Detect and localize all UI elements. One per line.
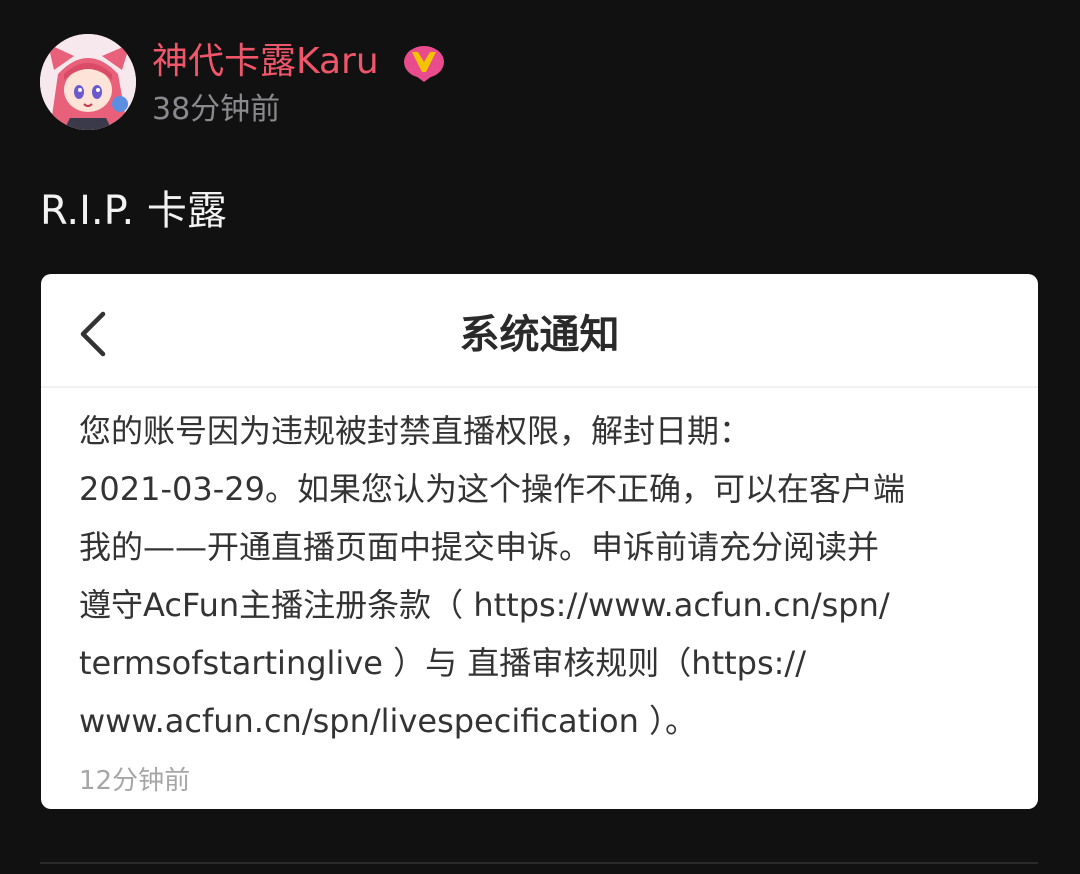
notice-body: 您的账号因为违规被封禁直播权限，解封日期： 2021-03-29。如果您认为这个… xyxy=(79,402,1009,750)
divider xyxy=(40,862,1038,864)
vip-badge-icon xyxy=(402,44,446,84)
notice-time: 12分钟前 xyxy=(79,766,191,796)
avatar[interactable] xyxy=(40,34,136,130)
notice-header: 系统通知 xyxy=(41,274,1038,388)
post-time: 38分钟前 xyxy=(152,92,281,127)
post-text: R.I.P. 卡露 xyxy=(40,188,227,234)
notice-line: 您的账号因为违规被封禁直播权限，解封日期： xyxy=(79,412,752,450)
notice-line: 2021-03-29。如果您认为这个操作不正确，可以在客户端 xyxy=(79,470,905,508)
notice-screenshot-card[interactable]: 系统通知 您的账号因为违规被封禁直播权限，解封日期： 2021-03-29。如果… xyxy=(41,274,1038,809)
notice-line: 我的——开通直播页面中提交申诉。申诉前请充分阅读并 xyxy=(79,528,880,566)
user-name[interactable]: 神代卡露Karu xyxy=(152,40,379,84)
avatar-image xyxy=(40,34,136,130)
notice-title: 系统通知 xyxy=(459,312,620,358)
notice-line: termsofstartinglive ）与 直播审核规则（https:// xyxy=(79,644,806,682)
notice-line: www.acfun.cn/spn/livespecification ）。 xyxy=(79,702,698,740)
post-page: 神代卡露Karu 38分钟前 R.I.P. 卡露 系统通知 您的账号因为违规被封… xyxy=(0,0,1080,874)
post-header: 神代卡露Karu 38分钟前 xyxy=(40,34,1040,134)
notice-line: 遵守AcFun主播注册条款（ https://www.acfun.cn/spn/ xyxy=(79,586,890,624)
